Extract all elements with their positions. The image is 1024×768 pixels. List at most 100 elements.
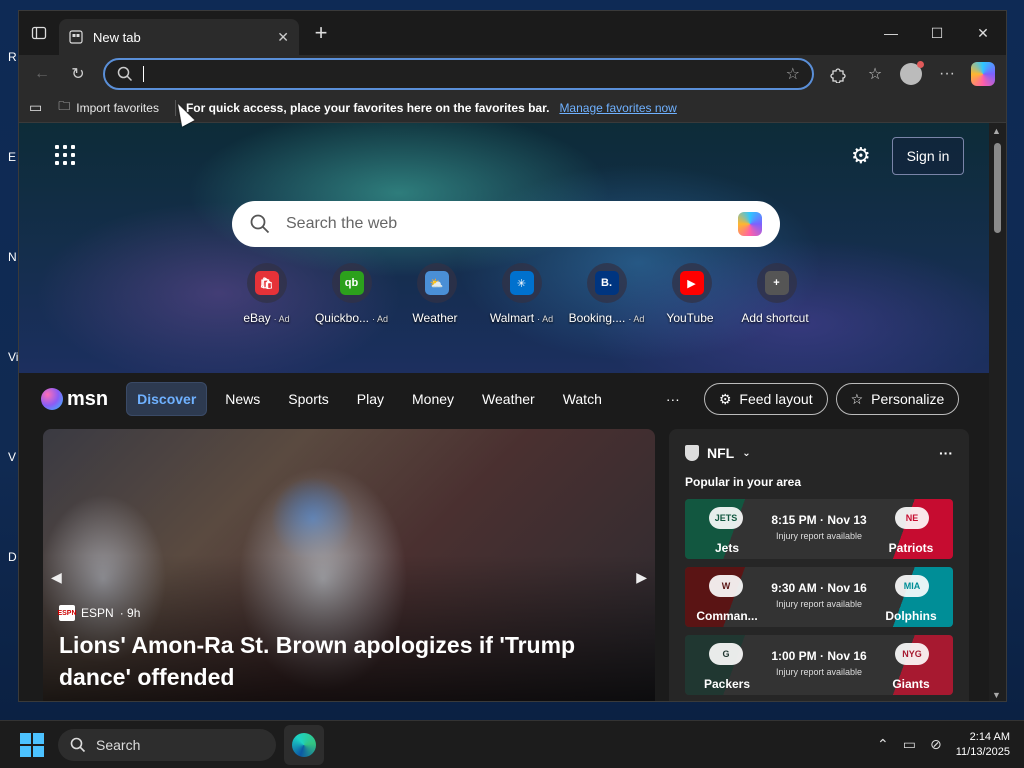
- close-window-button[interactable]: ✕: [960, 11, 1006, 55]
- personalize-button[interactable]: ☆ Personalize: [835, 383, 960, 415]
- system-tray: ⌃ ▭ ⊘ 2:14 AM 11/13/2025: [877, 730, 1024, 760]
- shortcut-tile-bg: ⛅: [416, 263, 457, 303]
- nav-play[interactable]: Play: [347, 383, 394, 415]
- nav-weather[interactable]: Weather: [472, 383, 545, 415]
- manage-favorites-link[interactable]: Manage favorites now: [559, 101, 676, 115]
- search-icon: [70, 737, 86, 752]
- shortcut-label: Add shortcut: [741, 311, 809, 325]
- ad-badge: · Ad: [372, 314, 389, 324]
- shortcuts-row: 🛍 eBay · Ad qb Quickbo... · Ad ⛅ Weather ✳ Walmar…: [224, 263, 819, 325]
- more-menu-icon[interactable]: ···: [932, 59, 962, 89]
- shortcut-label: Booking.... · Ad: [568, 311, 645, 325]
- shortcut-tile[interactable]: ⛅ Weather: [394, 263, 479, 325]
- nav-watch[interactable]: Watch: [553, 383, 612, 415]
- text-caret: [143, 66, 144, 82]
- tab-close-icon[interactable]: ✕: [277, 29, 289, 46]
- source-name: ESPN: [81, 606, 114, 620]
- desktop-label[interactable]: E: [0, 150, 18, 250]
- carousel-prev-icon[interactable]: ◀: [51, 569, 62, 586]
- tab-new-tab[interactable]: New tab ✕: [59, 19, 299, 55]
- hero-story-card[interactable]: ◀ ▶ ESPN ESPN · 9h Lions' Amon-Ra St. Br…: [43, 429, 655, 701]
- carousel-next-icon[interactable]: ▶: [636, 569, 647, 586]
- taskbar-search[interactable]: Search: [58, 728, 276, 761]
- copilot-icon[interactable]: [968, 59, 998, 89]
- back-arrow-icon[interactable]: ←: [27, 59, 57, 89]
- shortcut-tile-bg: 🛍: [246, 263, 287, 303]
- plus-icon: +: [764, 271, 789, 295]
- shortcut-tile-bg: B.: [586, 263, 627, 303]
- story-headline[interactable]: Lions' Amon-Ra St. Brown apologizes if '…: [59, 629, 619, 693]
- shortcut-label: Walmart · Ad: [489, 311, 554, 325]
- shortcut-tile[interactable]: qb Quickbo... · Ad: [309, 263, 394, 325]
- web-search-box[interactable]: Search the web: [232, 201, 780, 247]
- desktop-label[interactable]: R: [0, 50, 18, 150]
- desktop-label[interactable]: Vis: [0, 350, 24, 450]
- profile-avatar-icon[interactable]: [896, 59, 926, 89]
- new-tab-button[interactable]: +: [303, 15, 339, 51]
- address-bar[interactable]: ☆: [103, 58, 814, 90]
- game-row[interactable]: JETS NE 8:15 PM · Nov 13 Injury report avai…: [685, 499, 953, 559]
- nav-discover[interactable]: Discover: [126, 382, 208, 416]
- page-scrollbar[interactable]: ▲ ▼: [989, 123, 1006, 701]
- desktop-label[interactable]: N: [0, 250, 18, 350]
- reading-list-icon[interactable]: ▭: [29, 99, 42, 116]
- nav-more-icon[interactable]: ···: [666, 391, 680, 407]
- shortcut-tile[interactable]: ✳ Walmart · Ad: [479, 263, 564, 325]
- chevron-down-icon[interactable]: ⌄: [742, 448, 750, 459]
- clock[interactable]: 2:14 AM 11/13/2025: [956, 730, 1010, 760]
- favorite-star-icon[interactable]: ☆: [786, 64, 800, 84]
- game-row[interactable]: W MIA 9:30 AM · Nov 16 Injury report availa…: [685, 567, 953, 627]
- shortcut-tile-bg: ✳: [501, 263, 542, 303]
- chevron-up-icon[interactable]: ⌃: [877, 736, 889, 753]
- favorites-hint: For quick access, place your favorites h…: [185, 100, 550, 115]
- favorites-icon[interactable]: ☆: [860, 59, 890, 89]
- import-favorites-button[interactable]: 🗀 Import favorites: [52, 94, 165, 121]
- msn-butterfly-icon: [41, 388, 63, 410]
- shortcut-tile[interactable]: B. Booking.... · Ad: [564, 263, 649, 325]
- shortcut-label: Quickbo... · Ad: [314, 311, 389, 325]
- shortcut-tile[interactable]: + Add shortcut: [734, 263, 819, 325]
- nav-money[interactable]: Money: [402, 383, 464, 415]
- nfl-card-header: NFL ⌄ ···: [669, 429, 969, 469]
- maximize-button[interactable]: ☐: [914, 11, 960, 55]
- shortcut-tile[interactable]: 🛍 eBay · Ad: [224, 263, 309, 325]
- msn-logo[interactable]: msn: [41, 388, 108, 411]
- extensions-icon[interactable]: [824, 59, 854, 89]
- msn-logo-text: msn: [67, 387, 109, 410]
- clock-date: 11/13/2025: [955, 745, 1010, 758]
- windows-start-icon[interactable]: [20, 732, 44, 757]
- nfl-shield-icon: [685, 445, 699, 461]
- shortcut-tile[interactable]: ▶ YouTube: [649, 263, 734, 325]
- favorites-bar: ▭ 🗀 Import favorites For quick access, p…: [19, 93, 1006, 123]
- game-time: 8:15 PM · Nov 13: [771, 513, 867, 527]
- feed-layout-button[interactable]: ⚙ Feed layout: [703, 383, 828, 415]
- desktop-label[interactable]: D: [0, 550, 18, 650]
- minimize-button[interactable]: —: [868, 11, 914, 55]
- edge-taskbar-button[interactable]: [284, 724, 324, 765]
- import-favorites-label: Import favorites: [76, 100, 159, 115]
- youtube-icon: ▶: [679, 271, 704, 295]
- shortcut-label: Weather: [412, 311, 458, 325]
- search-placeholder: Search the web: [286, 215, 398, 232]
- card-more-icon[interactable]: ···: [939, 445, 953, 461]
- desktop-label[interactable]: V: [0, 450, 18, 550]
- injury-note: Injury report available: [775, 599, 863, 609]
- scroll-down-icon[interactable]: ▼: [992, 690, 1001, 700]
- display-icon[interactable]: ▭: [903, 736, 916, 753]
- refresh-icon[interactable]: ↻: [63, 59, 93, 89]
- scroll-up-icon[interactable]: ▲: [992, 126, 1001, 136]
- scroll-thumb[interactable]: [994, 143, 1001, 233]
- league-name[interactable]: NFL: [707, 445, 734, 461]
- copilot-icon[interactable]: [738, 212, 762, 236]
- search-icon: [250, 214, 270, 234]
- tab-actions-icon[interactable]: [19, 11, 59, 55]
- nav-news[interactable]: News: [215, 383, 270, 415]
- apps-launcher-icon[interactable]: [55, 145, 75, 165]
- sign-in-button[interactable]: Sign in: [892, 137, 964, 175]
- network-icon[interactable]: ⊘: [930, 736, 942, 753]
- browser-window: New tab ✕ + — ☐ ✕ ← ↻ ☆ ☆ ··· ▭ 🗀 Import…: [18, 10, 1007, 702]
- home-team-name: Jets: [714, 541, 740, 555]
- game-row[interactable]: G NYG 1:00 PM · Nov 16 Injury report availa…: [685, 635, 953, 695]
- nav-sports[interactable]: Sports: [278, 383, 338, 415]
- settings-gear-icon[interactable]: ⚙: [851, 143, 871, 169]
